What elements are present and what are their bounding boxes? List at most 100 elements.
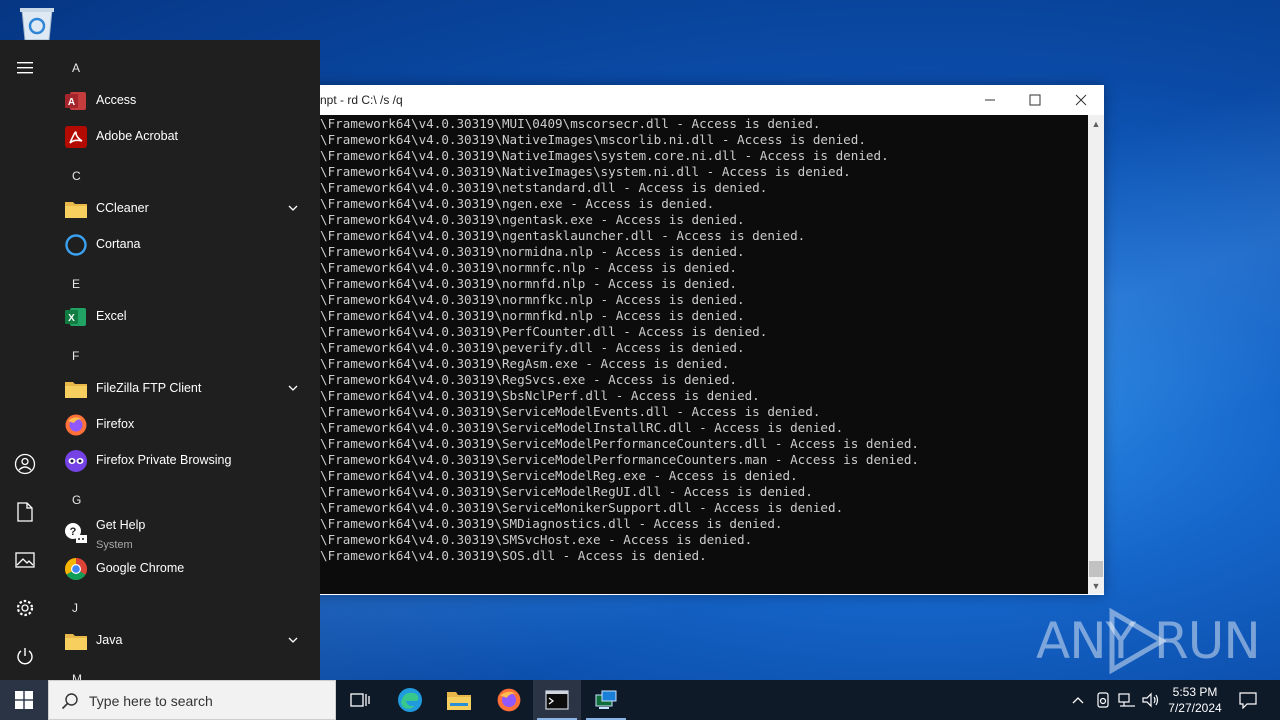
terminal-icon (545, 690, 569, 710)
svg-text:A: A (68, 97, 75, 108)
power-button[interactable] (0, 632, 50, 680)
edge-icon (398, 688, 422, 712)
letter-header-f[interactable]: F (72, 349, 79, 363)
console-line: \Framework64\v4.0.30319\ngentask.exe - A… (320, 212, 745, 227)
letter-header-m[interactable]: M (72, 672, 82, 680)
scroll-up-arrow-icon[interactable]: ▲ (1088, 115, 1104, 132)
app-firefox-private[interactable]: Firefox Private Browsing (58, 443, 314, 479)
app-label: Google Chrome (96, 561, 185, 575)
cortana-icon (65, 234, 87, 256)
expand-menu-button[interactable] (0, 44, 50, 92)
taskbar-clock[interactable]: 5:53 PM 7/27/2024 (1160, 684, 1230, 716)
console-line: \Framework64\v4.0.30319\ngen.exe - Acces… (320, 196, 715, 211)
app-firefox[interactable]: Firefox (58, 407, 314, 443)
app-label: Access (96, 93, 137, 107)
task-view-button[interactable] (336, 680, 384, 720)
recycle-bin-icon[interactable] (14, 4, 60, 41)
app-label: Get Help (96, 518, 146, 532)
taskbar-firefox[interactable] (485, 680, 533, 720)
show-hidden-icons-button[interactable] (1068, 680, 1088, 720)
action-center-button[interactable] (1234, 680, 1262, 720)
app-label: Firefox (96, 417, 135, 431)
clock-time: 5:53 PM (1172, 685, 1218, 699)
taskbar-edge[interactable] (386, 680, 434, 720)
close-button[interactable] (1058, 85, 1104, 115)
folder-icon (65, 634, 87, 650)
acrobat-icon (65, 126, 87, 148)
app-access[interactable]: A Access (58, 83, 314, 119)
notification-icon (1239, 692, 1257, 709)
svg-text:X: X (68, 313, 75, 324)
console-line: \Framework64\v4.0.30319\MUI\0409\mscorse… (320, 116, 821, 131)
start-menu: A A Access Adobe Acrobat C CCleaner Cort… (0, 40, 320, 680)
document-icon (17, 502, 33, 522)
account-button[interactable] (0, 440, 50, 488)
console-line: \Framework64\v4.0.30319\NativeImages\sys… (320, 148, 889, 163)
user-icon (14, 453, 36, 475)
speaker-icon (1142, 692, 1159, 708)
get-help-icon: ? (65, 523, 87, 543)
app-filezilla[interactable]: FileZilla FTP Client (58, 371, 314, 407)
settings-button[interactable] (0, 584, 50, 632)
letter-header-a[interactable]: A (72, 61, 80, 75)
taskbar: Type here to search 5:53 PM 7/27/2024 (0, 680, 1280, 720)
console-line: \Framework64\v4.0.30319\SOS.dll - Access… (320, 548, 707, 563)
chevron-down-icon[interactable] (286, 201, 300, 215)
start-button[interactable] (0, 680, 48, 720)
console-line: \Framework64\v4.0.30319\RegAsm.exe - Acc… (320, 356, 730, 371)
scroll-down-arrow-icon[interactable]: ▼ (1088, 577, 1104, 594)
letter-header-e[interactable]: E (72, 277, 80, 291)
console-line: \Framework64\v4.0.30319\ServiceModelPerf… (320, 436, 919, 451)
app-cortana[interactable]: Cortana (58, 227, 314, 263)
maximize-icon (1029, 94, 1041, 106)
folder-icon (65, 202, 87, 218)
app-google-chrome[interactable]: Google Chrome (58, 551, 314, 587)
console-line: \Framework64\v4.0.30319\SbsNclPerf.dll -… (320, 388, 760, 403)
tray-app-button[interactable] (1092, 680, 1114, 720)
network-status-button[interactable] (1116, 680, 1138, 720)
pictures-button[interactable] (0, 536, 50, 584)
taskbar-search-box[interactable]: Type here to search (48, 680, 336, 720)
documents-button[interactable] (0, 488, 50, 536)
app-label: FileZilla FTP Client (96, 381, 202, 395)
console-output: \Framework64\v4.0.30319\MUI\0409\mscorse… (320, 116, 919, 564)
tray-app-icon (1097, 692, 1109, 708)
command-prompt-window[interactable]: npt - rd C:\ /s /q \Framework64\v4.0.303… (288, 85, 1104, 595)
app-ccleaner[interactable]: CCleaner (58, 191, 314, 227)
taskbar-command-prompt[interactable] (533, 680, 581, 720)
maximize-button[interactable] (1012, 85, 1058, 115)
console-scrollbar[interactable]: ▲ ▼ (1088, 115, 1104, 594)
console-line: \Framework64\v4.0.30319\ServiceModelReg.… (320, 468, 798, 483)
letter-header-j[interactable]: J (72, 601, 78, 615)
console-line: \Framework64\v4.0.30319\PerfCounter.dll … (320, 324, 768, 339)
app-excel[interactable]: X Excel (58, 299, 314, 335)
picture-icon (15, 552, 35, 568)
firefox-private-icon (65, 450, 87, 472)
console-line: \Framework64\v4.0.30319\NativeImages\msc… (320, 132, 866, 147)
minimize-icon (985, 99, 995, 101)
windows-logo-icon (15, 691, 33, 709)
letter-header-c[interactable]: C (72, 169, 81, 183)
app-adobe-acrobat[interactable]: Adobe Acrobat (58, 119, 314, 155)
console-line: \Framework64\v4.0.30319\ServiceModelEven… (320, 404, 821, 419)
start-menu-rail (0, 40, 50, 680)
console-line: \Framework64\v4.0.30319\ServiceModelRegU… (320, 484, 813, 499)
taskbar-network-app[interactable] (582, 680, 630, 720)
app-label: CCleaner (96, 201, 149, 215)
console-line: \Framework64\v4.0.30319\ServiceModelPerf… (320, 452, 919, 467)
console-output-area[interactable]: \Framework64\v4.0.30319\MUI\0409\mscorse… (288, 115, 1088, 594)
network-icon (1118, 693, 1135, 707)
chevron-down-icon[interactable] (286, 381, 300, 395)
letter-header-g[interactable]: G (72, 493, 81, 507)
task-view-icon (350, 693, 370, 707)
app-get-help[interactable]: ? Get Help System (58, 515, 314, 551)
taskbar-file-explorer[interactable] (435, 680, 483, 720)
console-line: \Framework64\v4.0.30319\peverify.dll - A… (320, 340, 745, 355)
app-java[interactable]: Java (58, 623, 314, 659)
scrollbar-thumb[interactable] (1089, 561, 1103, 577)
app-label: Adobe Acrobat (96, 129, 179, 143)
chevron-down-icon[interactable] (286, 633, 300, 647)
volume-button[interactable] (1140, 680, 1162, 720)
minimize-button[interactable] (967, 85, 1013, 115)
window-titlebar[interactable]: npt - rd C:\ /s /q (288, 85, 1104, 115)
